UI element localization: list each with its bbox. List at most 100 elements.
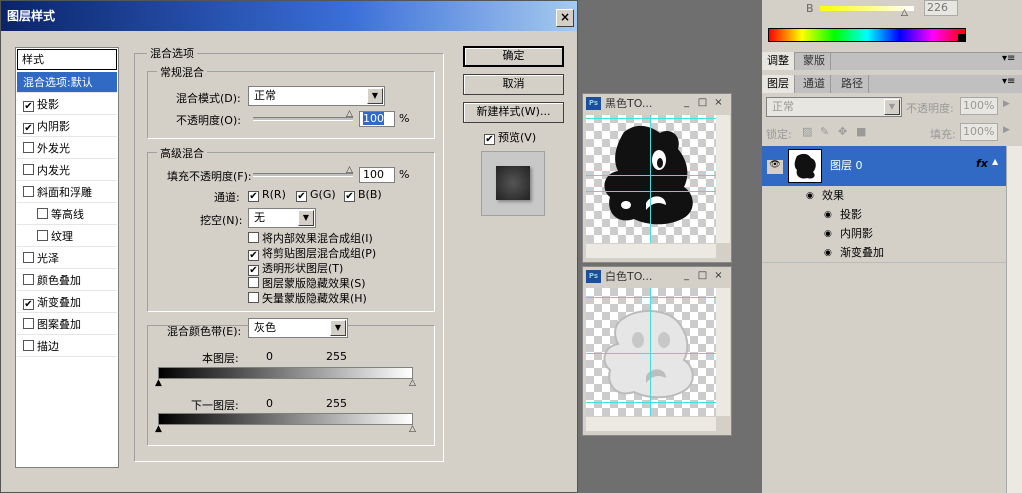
style-checkbox[interactable] — [37, 208, 48, 219]
close-icon[interactable]: × — [712, 97, 725, 110]
maximize-icon[interactable]: □ — [696, 270, 709, 283]
collapse-icon[interactable]: ▲ — [992, 157, 998, 166]
style-item[interactable]: ✔ 投影 — [17, 94, 117, 115]
this-layer-black-thumb-icon[interactable]: ▲ — [155, 378, 162, 388]
b-channel-value[interactable]: 226 — [924, 0, 958, 16]
fill-slider-thumb-icon[interactable]: △ — [346, 165, 353, 175]
style-item[interactable]: ✔ 渐变叠加 — [17, 292, 117, 313]
minimize-icon[interactable]: _ — [680, 97, 693, 110]
style-checkbox[interactable]: ✔ — [23, 101, 34, 112]
advanced-option-checkbox[interactable]: ✔ 将剪贴图层混合成组(P) — [248, 245, 376, 261]
style-item[interactable]: 图案叠加 — [17, 314, 117, 335]
effect-row-innershadow[interactable]: ◉ 内阴影 — [762, 224, 1006, 244]
style-item[interactable]: 斜面和浮雕 — [17, 182, 117, 203]
advanced-option-checkbox[interactable]: 图层蒙版隐藏效果(S) — [248, 275, 366, 291]
close-button[interactable]: × — [556, 9, 574, 27]
advanced-option-checkbox[interactable]: ✔ 透明形状图层(T) — [248, 260, 343, 276]
blend-mode-select[interactable]: 正常 ▼ — [248, 86, 385, 106]
panel-menu-icon[interactable]: ▾≡ — [1002, 76, 1015, 87]
opacity-slider[interactable] — [253, 117, 353, 121]
eye-icon[interactable]: ◉ — [824, 224, 832, 244]
layer-name[interactable]: 图层 0 — [830, 157, 863, 173]
horizontal-scrollbar[interactable] — [586, 244, 716, 258]
blend-if-select[interactable]: 灰色 ▼ — [248, 318, 348, 338]
effect-row-gradient[interactable]: ◉ 渐变叠加 — [762, 243, 1006, 263]
knockout-select[interactable]: 无 ▼ — [248, 208, 316, 228]
style-checkbox[interactable]: ✔ — [23, 123, 34, 134]
canvas-black[interactable] — [586, 115, 716, 243]
eye-icon[interactable]: ◉ — [806, 186, 814, 206]
tab-layers[interactable]: 图层 — [762, 75, 795, 93]
lock-move-icon[interactable]: ✥ — [838, 125, 847, 138]
style-item[interactable]: ✔ 内阴影 — [17, 116, 117, 137]
fill-opacity-slider[interactable] — [253, 173, 353, 177]
opacity-slider-thumb-icon[interactable]: △ — [346, 109, 353, 119]
style-checkbox[interactable] — [23, 252, 34, 263]
style-item[interactable]: 描边 — [17, 336, 117, 357]
effects-row[interactable]: ◉ 效果 — [762, 186, 1006, 206]
style-item[interactable]: 等高线 — [17, 204, 117, 225]
vertical-scrollbar[interactable] — [716, 115, 730, 243]
layers-scrollbar[interactable] — [1006, 146, 1022, 493]
opacity-input[interactable]: 100 — [359, 111, 395, 127]
style-checkbox[interactable] — [37, 230, 48, 241]
fill-opacity-input[interactable]: 100 — [359, 167, 395, 183]
channel-r-checkbox[interactable]: ✔ R(R) — [248, 188, 286, 202]
cancel-button[interactable]: 取消 — [463, 74, 564, 95]
new-style-button[interactable]: 新建样式(W)... — [463, 102, 564, 123]
style-checkbox[interactable] — [23, 340, 34, 351]
under-layer-black-thumb-icon[interactable]: ▲ — [155, 424, 162, 434]
eye-icon[interactable]: ◉ — [824, 205, 832, 225]
preview-checkbox[interactable]: ✔ 预览(V) — [484, 129, 536, 145]
style-checkbox[interactable] — [23, 274, 34, 285]
style-item[interactable]: 内发光 — [17, 160, 117, 181]
this-layer-gradient[interactable] — [158, 367, 413, 379]
lock-brush-icon[interactable]: ✎ — [820, 125, 829, 138]
style-checkbox[interactable] — [23, 164, 34, 175]
under-layer-gradient[interactable] — [158, 413, 413, 425]
tab-masks[interactable]: 蒙版 — [798, 52, 831, 70]
channel-g-checkbox[interactable]: ✔ G(G) — [296, 188, 336, 202]
canvas-white[interactable] — [586, 288, 716, 416]
minimize-icon[interactable]: _ — [680, 270, 693, 283]
ok-button[interactable]: 确定 — [463, 46, 564, 67]
layer-fill-input[interactable]: 100% — [960, 123, 998, 141]
effect-row-dropshadow[interactable]: ◉ 投影 — [762, 205, 1006, 225]
style-checkbox[interactable]: ✔ — [23, 299, 34, 310]
advanced-option-checkbox[interactable]: 将内部效果混合成组(I) — [248, 230, 373, 246]
channel-b-checkbox[interactable]: ✔ B(B) — [344, 188, 382, 202]
lock-transparent-icon[interactable]: ▨ — [802, 125, 812, 138]
close-icon[interactable]: × — [712, 270, 725, 283]
horizontal-scrollbar[interactable] — [586, 417, 716, 431]
style-checkbox[interactable] — [23, 318, 34, 329]
style-item[interactable]: 颜色叠加 — [17, 270, 117, 291]
tab-paths[interactable]: 路径 — [836, 75, 869, 93]
this-layer-white-thumb-icon[interactable]: △ — [409, 378, 416, 388]
tab-adjustments[interactable]: 调整 — [762, 52, 795, 70]
style-item[interactable]: 混合选项:默认 — [17, 72, 117, 93]
fill-arrow-icon[interactable]: ▶ — [1003, 125, 1010, 135]
opacity-arrow-icon[interactable]: ▶ — [1003, 99, 1010, 109]
maximize-icon[interactable]: □ — [696, 97, 709, 110]
style-checkbox[interactable] — [23, 142, 34, 153]
layer-row-0[interactable]: 👁 图层 0 fx ▲ — [762, 146, 1006, 186]
style-item[interactable]: 外发光 — [17, 138, 117, 159]
advanced-option-checkbox[interactable]: 矢量蒙版隐藏效果(H) — [248, 290, 367, 306]
fx-icon[interactable]: fx — [976, 157, 988, 170]
vertical-scrollbar[interactable] — [716, 288, 730, 416]
color-spectrum[interactable] — [768, 28, 966, 42]
eye-icon[interactable]: ◉ — [824, 243, 832, 263]
style-checkbox[interactable] — [23, 186, 34, 197]
lock-all-icon[interactable]: ■ — [856, 125, 866, 138]
b-slider-thumb-icon[interactable]: △ — [901, 8, 908, 18]
panel-menu-icon[interactable]: ▾≡ — [1002, 53, 1015, 64]
style-item[interactable]: 纹理 — [17, 226, 117, 247]
styles-header[interactable]: 样式 — [17, 49, 117, 70]
under-layer-white-thumb-icon[interactable]: △ — [409, 424, 416, 434]
eye-icon[interactable]: 👁 — [767, 160, 783, 174]
layer-opacity-input[interactable]: 100% — [960, 97, 998, 115]
layer-blend-mode-select[interactable]: 正常 ▼ — [766, 97, 902, 117]
tab-channels[interactable]: 通道 — [798, 75, 831, 93]
b-channel-slider[interactable] — [820, 6, 914, 11]
style-item[interactable]: 光泽 — [17, 248, 117, 269]
